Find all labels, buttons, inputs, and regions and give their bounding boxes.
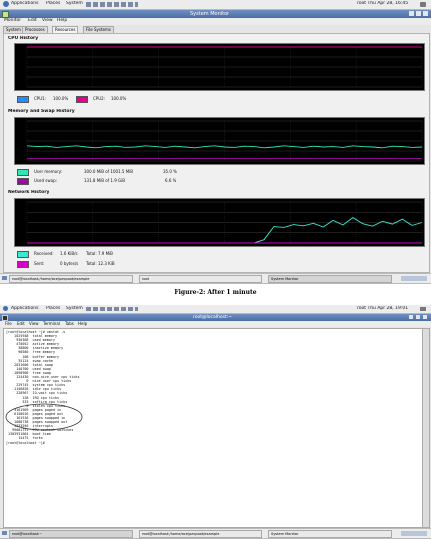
top-panel: Applications Places System root Thu Apr … (0, 0, 431, 10)
menu-help[interactable]: Help (57, 18, 67, 24)
received-color-swatch[interactable] (17, 251, 29, 258)
terminal-scrollbar[interactable] (422, 328, 430, 528)
annotation-ellipse (5, 403, 83, 431)
window-titlebar[interactable]: System Monitor (0, 10, 431, 18)
launcher-icons-2[interactable] (86, 307, 138, 311)
taskbar-terminal-example[interactable]: root@localhost:/home/ace/pzvpaot/example (9, 275, 133, 283)
window-menu-icon[interactable] (2, 11, 9, 18)
figure-caption: Figure-2: After 1 minute (174, 289, 257, 296)
workspace-switcher-2[interactable] (401, 531, 427, 536)
gnome-foot-icon-2[interactable] (3, 306, 8, 311)
used-swap-pct: 6.6 % (165, 178, 177, 183)
terminal-menubar: File Edit View Terminal Tabs Help (0, 321, 431, 327)
cpu2-color-swatch[interactable] (76, 96, 88, 103)
user-memory-label: User memory: (34, 169, 63, 174)
show-desktop-icon-2[interactable] (2, 531, 7, 535)
close-icon[interactable] (423, 11, 428, 16)
used-swap-label: Used swap: (34, 178, 57, 183)
volume-icon-2[interactable] (420, 307, 426, 311)
menu-view-2[interactable]: View (29, 321, 39, 326)
taskbar-terminal-example-2[interactable]: root@localhost:/home/ace/pzvpaot/example (139, 530, 262, 538)
taskbar-system-monitor-2[interactable]: System Monitor (268, 530, 392, 538)
window-menubar: Monitor Edit View Help (0, 18, 431, 25)
network-graph (14, 198, 425, 247)
menu-system[interactable]: System (66, 1, 83, 7)
cpu1-color-swatch[interactable] (17, 96, 29, 103)
terminal-title: root@localhost:~ (193, 315, 233, 320)
maximize-icon[interactable] (416, 11, 421, 16)
received-total: Total: 7.9 MiB (86, 251, 113, 256)
taskbar-terminal[interactable]: root@localhost:~ (9, 530, 133, 538)
sent-label: Sent: (34, 261, 45, 266)
screenshot-terminal: Applications Places System root Thu Apr … (0, 305, 431, 539)
cpu1-value: 100.0% (53, 96, 69, 101)
show-desktop-icon[interactable] (2, 276, 7, 280)
taskbar-root[interactable]: root (139, 275, 262, 283)
menu-applications[interactable]: Applications (11, 1, 39, 7)
menu-places[interactable]: Places (46, 1, 60, 7)
close-icon-2[interactable] (423, 315, 427, 319)
cpu2-label: CPU2: (93, 96, 106, 101)
menu-view[interactable]: View (42, 18, 53, 24)
cpu-heading: CPU History (8, 36, 39, 41)
menu-monitor[interactable]: Monitor (4, 18, 21, 24)
menu-help-2[interactable]: Help (78, 321, 87, 326)
menu-edit-2[interactable]: Edit (17, 321, 25, 326)
terminal-line: [root@localhost ~]# (6, 440, 47, 445)
terminal-titlebar[interactable]: root@localhost:~ (0, 314, 431, 321)
clock-2[interactable]: root Thu Apr 28, 19:01 (357, 306, 408, 312)
cpu1-label: CPU1: (34, 96, 47, 101)
network-heading: Network History (8, 190, 50, 195)
clock[interactable]: root Thu Apr 28, 16:45 (357, 1, 408, 7)
screenshot-system-monitor: Applications Places System root Thu Apr … (0, 0, 431, 284)
user-memory-pct: 35.0 % (163, 169, 177, 174)
cpu-graph-svg (26, 46, 423, 88)
minimize-icon[interactable] (409, 11, 414, 16)
minimize-icon-2[interactable] (409, 315, 413, 319)
sent-color-swatch[interactable] (17, 261, 29, 268)
top-panel-2: Applications Places System root Thu Apr … (0, 305, 431, 314)
received-rate: 1.6 KiB/s (60, 251, 78, 256)
memory-heading: Memory and Swap History (8, 109, 75, 114)
cpu-graph (14, 43, 425, 91)
workspace-switcher[interactable] (401, 276, 427, 281)
window-title: System Monitor (190, 11, 230, 17)
sent-total: Total: 12.3 KiB (86, 261, 115, 266)
user-memory-color-swatch[interactable] (17, 169, 29, 176)
used-swap-color-swatch[interactable] (17, 178, 29, 185)
received-label: Received: (34, 251, 54, 256)
volume-icon[interactable] (420, 2, 426, 7)
user-memory-value: 300.0 MiB of 1001.5 MiB (84, 169, 134, 174)
used-swap-value: 131.8 MiB of 1.9 GiB (84, 178, 126, 183)
menu-file[interactable]: File (5, 321, 12, 326)
bottom-panel-2: root@localhost:~ root@localhost:/home/ac… (0, 528, 431, 539)
launcher-icons[interactable] (86, 2, 138, 7)
menu-terminal[interactable]: Terminal (43, 321, 60, 326)
menu-tabs[interactable]: Tabs (65, 321, 74, 326)
sent-rate: 0 bytes/s (60, 261, 79, 266)
memory-graph-svg (26, 120, 423, 162)
cpu2-value: 100.0% (111, 96, 127, 101)
taskbar-system-monitor[interactable]: System Monitor (268, 275, 392, 283)
gnome-foot-icon[interactable] (3, 1, 9, 7)
network-graph-svg (26, 201, 423, 244)
menu-system-2[interactable]: System (66, 306, 83, 312)
menu-edit[interactable]: Edit (28, 18, 37, 24)
menu-applications-2[interactable]: Applications (11, 306, 39, 312)
bottom-panel: root@localhost:/home/ace/pzvpaot/example… (0, 273, 431, 284)
menu-places-2[interactable]: Places (46, 306, 60, 312)
memory-graph (14, 117, 425, 165)
maximize-icon-2[interactable] (416, 315, 420, 319)
